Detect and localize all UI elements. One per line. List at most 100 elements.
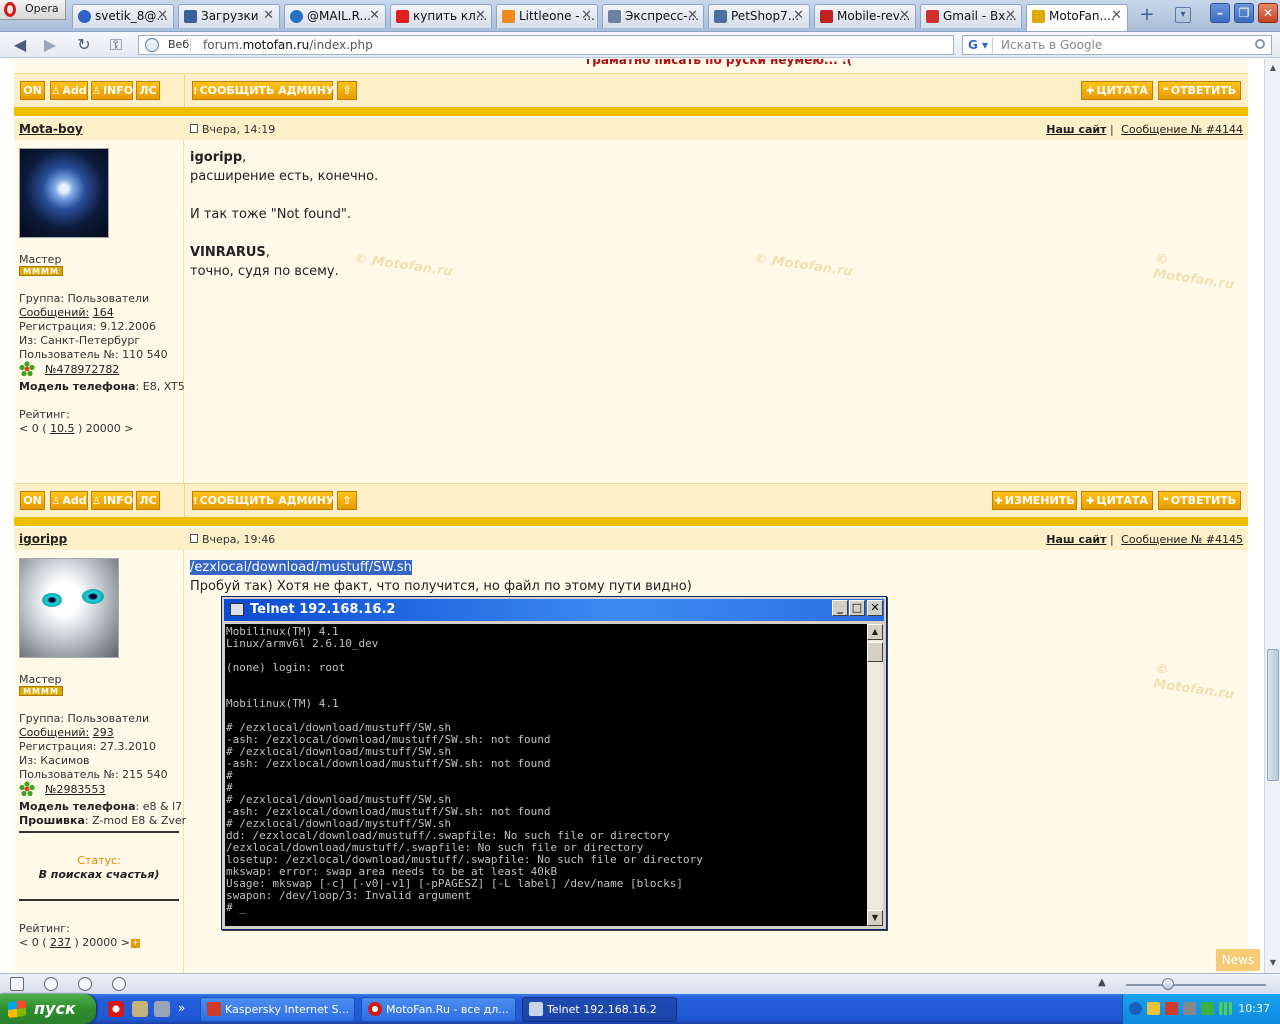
zoom-slider[interactable]	[1126, 984, 1266, 986]
page-scrollbar[interactable]: ▲ ▼	[1264, 59, 1280, 973]
opera-menu-button[interactable]: Opera	[0, 0, 66, 20]
scroll-top-button[interactable]: ⇧	[337, 81, 357, 100]
telnet-title-bar[interactable]: Telnet 192.168.16.2	[224, 599, 884, 621]
scroll-down-icon[interactable]: ▼	[867, 910, 883, 926]
taskbar-item-opera[interactable]: MotoFan.Ru - все дл...	[361, 997, 516, 1022]
pm-button[interactable]: ЛС	[136, 81, 160, 100]
start-button[interactable]: пуск	[0, 994, 96, 1024]
tab-close-icon[interactable]: ✕	[1005, 5, 1016, 27]
tab-5[interactable]: Littleone - ... ✕	[496, 4, 598, 28]
kaspersky-tray-icon[interactable]	[1165, 1002, 1178, 1015]
tab-close-icon[interactable]: ✕	[157, 5, 168, 27]
panel-toggle-icon[interactable]	[10, 977, 24, 991]
pm-button[interactable]: ЛС	[136, 491, 160, 510]
telnet-maximize-icon[interactable]: □	[849, 600, 865, 616]
report-admin-button[interactable]: ! СООБЩИТЬ АДМИНУ	[192, 491, 334, 510]
scroll-up-icon[interactable]: ▲	[867, 624, 883, 640]
add-contact-button[interactable]: ♙ Add	[50, 491, 88, 510]
report-admin-button[interactable]: ! СООБЩИТЬ АДМИНУ	[192, 81, 334, 100]
telnet-minimize-icon[interactable]: _	[832, 600, 848, 616]
tab-7[interactable]: PetShop7... ✕	[708, 4, 810, 28]
tab-3[interactable]: @MAIL.R... ✕	[284, 4, 386, 28]
edit-button[interactable]: ✚ ИЗМЕНИТЬ	[992, 491, 1077, 510]
tab-close-icon[interactable]: ✕	[475, 5, 486, 27]
tab-close-icon[interactable]: ✕	[369, 5, 380, 27]
reply-button[interactable]: ❝ ОТВЕТИТЬ	[1158, 491, 1241, 510]
tab-1[interactable]: svetik_8@... ✕	[72, 4, 174, 28]
post-author-link[interactable]: Mota-boy	[19, 122, 83, 136]
tab-4[interactable]: купить кл... ✕	[390, 4, 492, 28]
web-badge[interactable]: Веб	[141, 38, 191, 52]
quicklaunch-more-icon[interactable]: »	[178, 1001, 194, 1017]
telnet-console[interactable]: Mobilinux(TM) 4.1 Linux/armv6l 2.6.10_de…	[225, 624, 867, 926]
tab-close-icon[interactable]: ✕	[1111, 5, 1122, 27]
tab-2[interactable]: Загрузки ✕	[178, 4, 280, 28]
quote-button[interactable]: ✚ ЦИТАТА	[1081, 81, 1153, 100]
scroll-up-icon[interactable]: ▲	[1266, 61, 1280, 75]
telnet-close-icon[interactable]: ✕	[867, 600, 883, 616]
tray-icon[interactable]	[1183, 1002, 1196, 1015]
closed-tabs-icon[interactable]: ▾	[1175, 7, 1191, 23]
signal-strength-icon[interactable]	[1219, 1002, 1232, 1015]
quicklaunch-icon[interactable]	[132, 1001, 148, 1017]
key-icon[interactable]: ⚿	[106, 35, 126, 55]
reply-button[interactable]: ❝ ОТВЕТИТЬ	[1158, 81, 1241, 100]
taskbar-item-telnet[interactable]: Telnet 192.168.16.2	[522, 997, 677, 1022]
taskbar-item-kaspersky[interactable]: Kaspersky Internet S...	[200, 997, 355, 1022]
google-icon[interactable]: G ▾	[965, 37, 993, 53]
tray-arrow-icon[interactable]	[1129, 1002, 1142, 1015]
search-placeholder[interactable]: Искать в Google	[1001, 38, 1102, 53]
info-button[interactable]: ♙ INFO	[91, 491, 133, 510]
search-field[interactable]: G ▾ Искать в Google	[962, 35, 1272, 55]
message-number-link[interactable]: Сообщение № #4145	[1121, 533, 1243, 546]
avatar[interactable]	[19, 148, 109, 238]
tab-close-icon[interactable]: ✕	[687, 5, 698, 27]
turbo-icon[interactable]	[112, 977, 126, 991]
scroll-down-icon[interactable]: ▼	[1266, 956, 1280, 970]
reload-icon[interactable]: ↻	[74, 35, 94, 55]
on-button[interactable]: ON	[20, 81, 45, 100]
address-bar[interactable]: Веб forum.motofan.ru/index.php	[138, 35, 954, 55]
info-button[interactable]: ♙ INFO	[91, 81, 133, 100]
icq-number-link[interactable]: №478972782	[45, 363, 119, 376]
zoom-slider-thumb[interactable]	[1162, 978, 1174, 990]
quote-button[interactable]: ✚ ЦИТАТА	[1081, 491, 1153, 510]
our-site-link[interactable]: Наш сайт	[1046, 123, 1106, 136]
cloud-icon[interactable]	[44, 977, 58, 991]
zoom-view-icon[interactable]: ▲	[1098, 977, 1106, 988]
scrollbar-thumb[interactable]	[1267, 649, 1279, 781]
new-tab-icon[interactable]: +	[1138, 6, 1156, 24]
scroll-top-button[interactable]: ⇧	[337, 491, 357, 510]
telnet-window[interactable]: Telnet 192.168.16.2 _ □ ✕ Mobilinux(TM) …	[221, 596, 887, 930]
telnet-scrollbar[interactable]: ▲ ▼	[867, 624, 883, 926]
minimize-icon[interactable]: –	[1210, 3, 1230, 23]
rating-plus-icon[interactable]: +	[131, 938, 140, 948]
add-contact-button[interactable]: ♙ Add	[50, 81, 88, 100]
post-author-link[interactable]: igoripp	[19, 532, 67, 546]
forward-icon[interactable]: ▶	[40, 35, 60, 55]
security-shield-icon[interactable]	[1147, 1002, 1160, 1015]
close-window-icon[interactable]: ✕	[1258, 3, 1278, 23]
restore-icon[interactable]: ❐	[1234, 3, 1254, 23]
tray-icon[interactable]	[1201, 1002, 1214, 1015]
opera-quicklaunch-icon[interactable]	[108, 1001, 124, 1017]
tab-close-icon[interactable]: ✕	[793, 5, 804, 27]
avatar[interactable]	[19, 558, 119, 658]
tab-6[interactable]: Экспресс-... ✕	[602, 4, 704, 28]
on-button[interactable]: ON	[20, 491, 45, 510]
news-button[interactable]: News	[1216, 949, 1260, 971]
back-icon[interactable]: ◀	[10, 35, 30, 55]
icq-number-link[interactable]: №2983553	[45, 783, 105, 796]
scrollbar-thumb[interactable]	[867, 642, 883, 662]
tab-9[interactable]: Gmail - Вх... ✕	[920, 4, 1022, 28]
unite-icon[interactable]	[78, 977, 92, 991]
tab-8[interactable]: Mobile-rev... ✕	[814, 4, 916, 28]
tab-close-icon[interactable]: ✕	[899, 5, 910, 27]
quicklaunch-icon[interactable]	[154, 1001, 170, 1017]
tab-close-icon[interactable]: ✕	[263, 5, 274, 27]
tab-close-icon[interactable]: ✕	[581, 5, 592, 27]
tab-10-active[interactable]: MotoFan.... ✕	[1026, 4, 1128, 31]
our-site-link[interactable]: Наш сайт	[1046, 533, 1106, 546]
message-number-link[interactable]: Сообщение № #4144	[1121, 123, 1243, 136]
url-text[interactable]: forum.motofan.ru/index.php	[203, 38, 373, 53]
